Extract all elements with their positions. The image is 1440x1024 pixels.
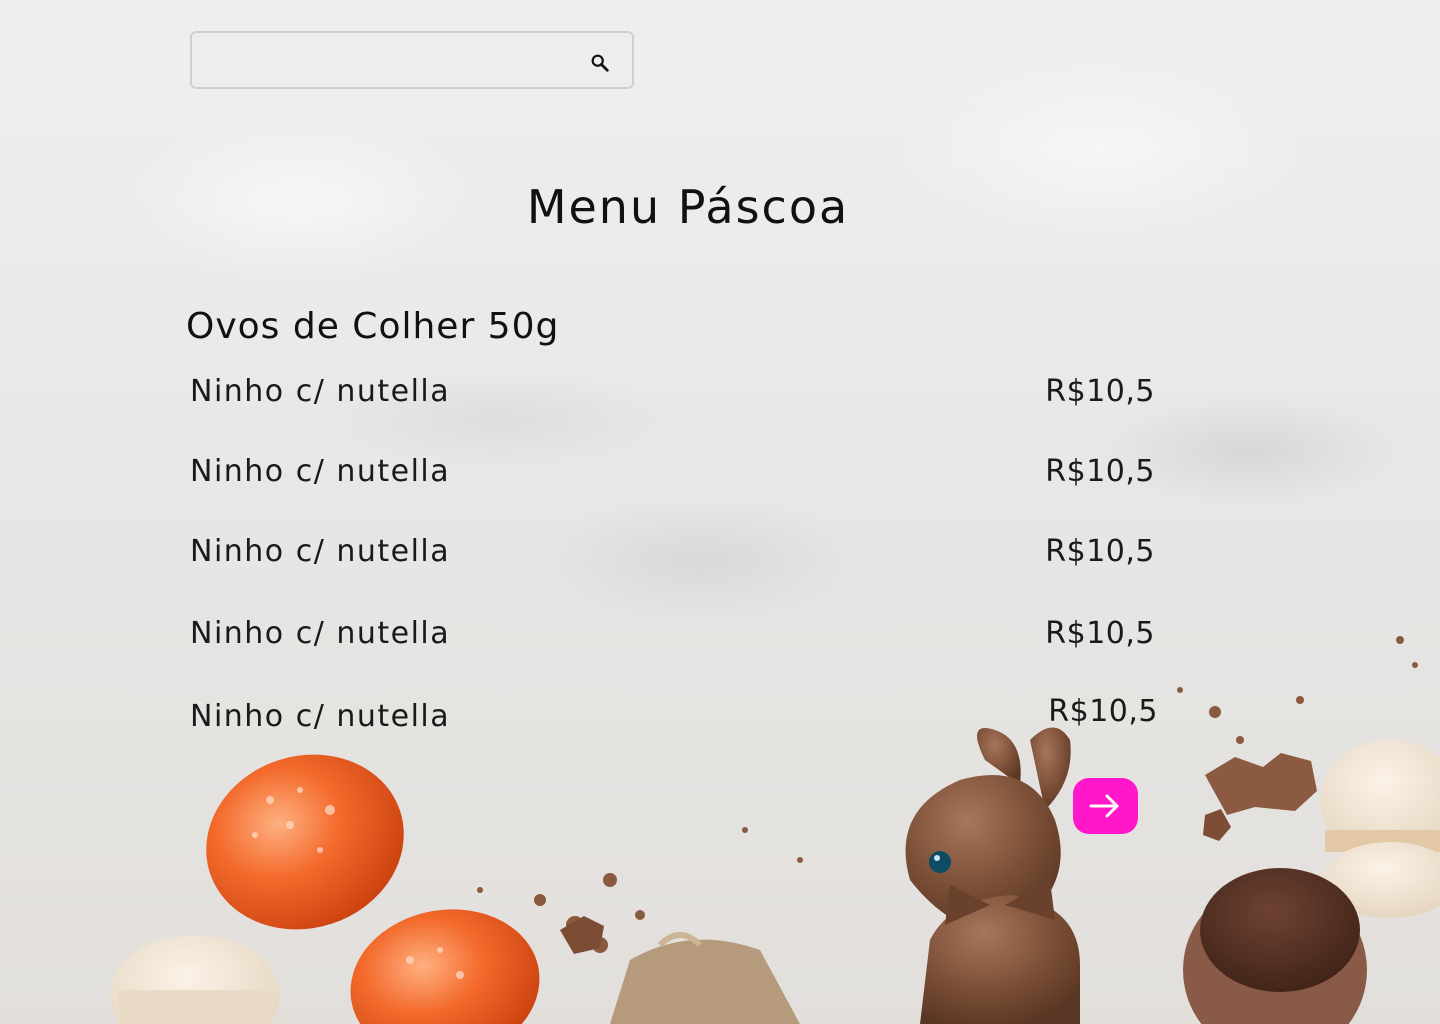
page-title: Menu Páscoa xyxy=(526,180,850,234)
search-bar xyxy=(190,31,634,89)
item-price: R$10,5 xyxy=(1045,534,1155,569)
menu-item: Ninho c/ nutella R$10,5 xyxy=(190,694,1158,743)
easter-decoration-image xyxy=(110,636,1440,1024)
item-name: Ninho c/ nutella xyxy=(190,454,451,489)
section-title: Ovos de Colher 50g xyxy=(186,306,560,347)
search-input[interactable] xyxy=(206,45,580,77)
arrow-right-icon xyxy=(1089,794,1119,818)
item-name: Ninho c/ nutella xyxy=(190,374,451,409)
search-icon[interactable] xyxy=(589,52,611,74)
item-name: Ninho c/ nutella xyxy=(190,534,451,569)
next-button[interactable] xyxy=(1073,778,1138,834)
menu-item: Ninho c/ nutella R$10,5 xyxy=(190,534,1155,578)
item-name: Ninho c/ nutella xyxy=(190,699,451,734)
menu-item: Ninho c/ nutella R$10,5 xyxy=(190,616,1155,660)
item-name: Ninho c/ nutella xyxy=(190,616,451,651)
item-price: R$10,5 xyxy=(1045,454,1155,489)
item-price: R$10,5 xyxy=(1045,374,1155,409)
menu-item: Ninho c/ nutella R$10,5 xyxy=(190,374,1155,418)
menu-item: Ninho c/ nutella R$10,5 xyxy=(190,454,1155,498)
item-price: R$10,5 xyxy=(1045,616,1155,651)
item-price: R$10,5 xyxy=(1048,694,1158,729)
